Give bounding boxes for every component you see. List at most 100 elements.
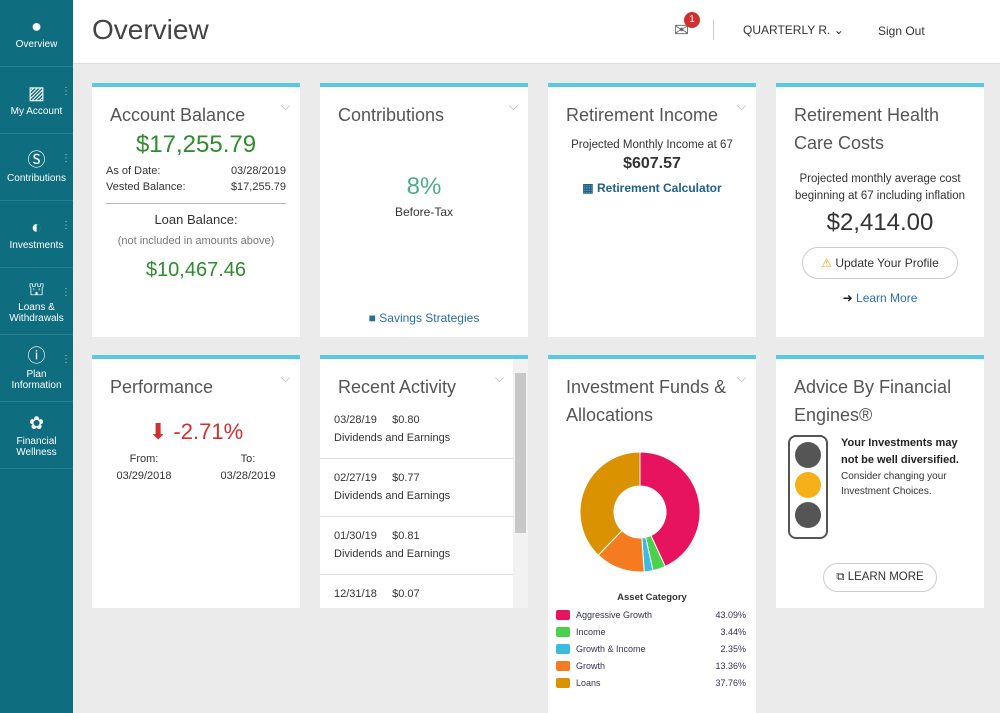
link-label: Savings Strategies — [379, 311, 480, 325]
to-date: To: 03/28/2019 — [220, 451, 275, 485]
more-icon[interactable]: ⋮ — [61, 355, 71, 365]
date: 02/27/19 — [334, 472, 377, 484]
arrow-circle-icon: ➜ — [842, 291, 853, 305]
scrollbar[interactable] — [513, 359, 528, 608]
plan-selector[interactable]: QUARTERLY R. ⌄ — [743, 23, 844, 37]
button-label: LEARN MORE — [847, 571, 924, 583]
info-icon: ⓘ — [27, 345, 46, 366]
more-icon[interactable]: ⋮ — [61, 221, 71, 231]
legend-label: Loans — [576, 677, 601, 688]
chevron-down-icon[interactable]: ⌵ — [737, 371, 746, 386]
amount: $0.81 — [392, 530, 420, 542]
page-title: Overview — [92, 14, 209, 45]
label: To: — [240, 453, 256, 465]
chevron-down-icon[interactable]: ⌵ — [495, 371, 504, 386]
amount: $0.80 — [392, 414, 420, 426]
sidebar-item-loans[interactable]: ⛫ Loans & Withdrawals ⋮ — [0, 268, 73, 335]
contributions-card: Contributions ⌵ 8% Before-Tax ■ Savings … — [320, 83, 528, 337]
nav-label: Loans & Withdrawals — [9, 301, 64, 324]
label: From: — [129, 453, 159, 465]
traffic-light-icon — [788, 435, 828, 539]
activity-item[interactable]: 12/31/18 $0.07 — [320, 575, 513, 603]
vested-row: Vested Balance: $17,255.79 — [92, 181, 300, 193]
scrollbar-thumb[interactable] — [515, 373, 526, 533]
health-cost-label: Projected monthly average cost beginning… — [794, 173, 966, 202]
warning-icon: ⚠ — [821, 256, 832, 270]
learn-more-button[interactable]: ⧉ LEARN MORE — [823, 563, 937, 592]
card-title: Retirement Health Care Costs — [794, 105, 940, 153]
card-title: Advice By Financial Engines® — [794, 377, 952, 425]
card-title: Performance — [110, 377, 214, 397]
advice-card: Advice By Financial Engines® Your Invest… — [776, 355, 984, 608]
loan-note: (not included in amounts above) — [117, 235, 275, 247]
nav-label: Contributions — [7, 173, 66, 184]
more-icon[interactable]: ⋮ — [61, 87, 71, 97]
legend-item: Growth & Income 2.35% — [548, 640, 756, 657]
chevron-down-icon[interactable]: ⌵ — [509, 99, 518, 114]
contribution-rate: 8% — [406, 173, 442, 200]
legend-swatch — [556, 660, 570, 671]
legend-item: Income 3.44% — [548, 623, 756, 640]
legend-label: Aggressive Growth — [576, 609, 653, 620]
projected-income-value: $607.57 — [623, 155, 681, 172]
learn-more-link[interactable]: ➜ Learn More — [776, 291, 984, 305]
desc: Dividends and Earnings — [334, 548, 451, 560]
nav-label: Investments — [9, 240, 64, 251]
legend-swatch — [556, 626, 570, 637]
performance-card: Performance ⌵ ⬇ -2.71% From: 03/29/2018 T… — [92, 355, 300, 608]
label: As of Date: — [106, 165, 161, 177]
hands-icon: ⛫ — [28, 278, 45, 299]
value: $17,255.79 — [230, 181, 286, 193]
more-icon[interactable]: ⋮ — [61, 154, 71, 164]
activity-item[interactable]: 02/27/19 $0.77 Dividends and Earnings — [320, 459, 513, 517]
legend-item: Loans 37.76% — [548, 674, 756, 691]
legend-value: 37.76% — [715, 677, 746, 688]
card-title: Investment Funds & Allocations — [566, 377, 727, 425]
sign-out-link[interactable]: Sign Out — [878, 24, 925, 38]
mail-button[interactable]: ✉ 1 — [674, 12, 700, 41]
legend-value: 2.35% — [720, 643, 746, 654]
activity-item[interactable]: 01/30/19 $0.81 Dividends and Earnings — [320, 517, 513, 575]
globe-icon: ● — [31, 16, 42, 36]
dollar-icon: Ⓢ — [27, 150, 46, 170]
chevron-down-icon[interactable]: ⌵ — [281, 371, 290, 386]
from-date: From: 03/29/2018 — [116, 451, 171, 485]
sidebar-item-my-account[interactable]: ▨ My Account ⋮ — [0, 67, 73, 134]
sidebar-item-contributions[interactable]: Ⓢ Contributions ⋮ — [0, 134, 73, 201]
legend: Aggressive Growth 43.09% Income 3.44% Growth… — [548, 606, 756, 691]
notification-badge: 1 — [684, 12, 700, 28]
sidebar-item-plan-information[interactable]: ⓘ Plan Information ⋮ — [0, 335, 73, 402]
chevron-down-icon[interactable]: ⌵ — [737, 99, 746, 114]
refresh-icon: ◐ — [31, 217, 42, 237]
sidebar-item-financial-wellness[interactable]: ✿ Financial Wellness — [0, 402, 73, 469]
link-label: Learn More — [856, 291, 918, 305]
loan-label: Loan Balance: — [154, 212, 238, 227]
sidebar: ● Overview ▨ My Account ⋮ Ⓢ Contributions ⋮ ◐… — [0, 0, 73, 713]
amount: $0.77 — [392, 472, 420, 484]
chevron-down-icon[interactable]: ⌵ — [281, 99, 290, 114]
recent-activity-card: Recent Activity ⌵ 03/28/19 $0.80 Dividend… — [320, 355, 528, 608]
date: 12/31/18 — [334, 588, 377, 600]
as-of-row: As of Date: 03/28/2019 — [92, 165, 300, 177]
legend-item: Growth 13.36% — [548, 657, 756, 674]
sidebar-item-investments[interactable]: ◐ Investments ⋮ — [0, 201, 73, 268]
legend-swatch — [556, 643, 570, 654]
calculator-icon: ▦ — [582, 181, 594, 195]
value: 03/29/2018 — [116, 470, 172, 482]
retirement-calculator-link[interactable]: ▦ Retirement Calculator — [548, 181, 756, 195]
account-balance-card: Account Balance ⌵ $17,255.79 As of Date:… — [92, 83, 300, 337]
legend-value: 43.09% — [715, 609, 746, 620]
amount: $0.07 — [392, 588, 420, 600]
value: 03/28/2019 — [230, 165, 286, 177]
external-link-icon: ⧉ — [836, 571, 845, 583]
update-profile-button[interactable]: ⚠ Update Your Profile — [802, 247, 958, 279]
card-title: Retirement Income — [566, 105, 719, 125]
more-icon[interactable]: ⋮ — [61, 288, 71, 298]
legend-label: Growth & Income — [576, 643, 646, 654]
savings-strategies-link[interactable]: ■ Savings Strategies — [320, 311, 528, 325]
legend-swatch — [556, 609, 570, 620]
activity-item[interactable]: 03/28/19 $0.80 Dividends and Earnings — [320, 401, 513, 459]
card-title: Contributions — [338, 105, 445, 125]
desc: Dividends and Earnings — [334, 432, 451, 444]
sidebar-item-overview[interactable]: ● Overview — [0, 0, 73, 67]
